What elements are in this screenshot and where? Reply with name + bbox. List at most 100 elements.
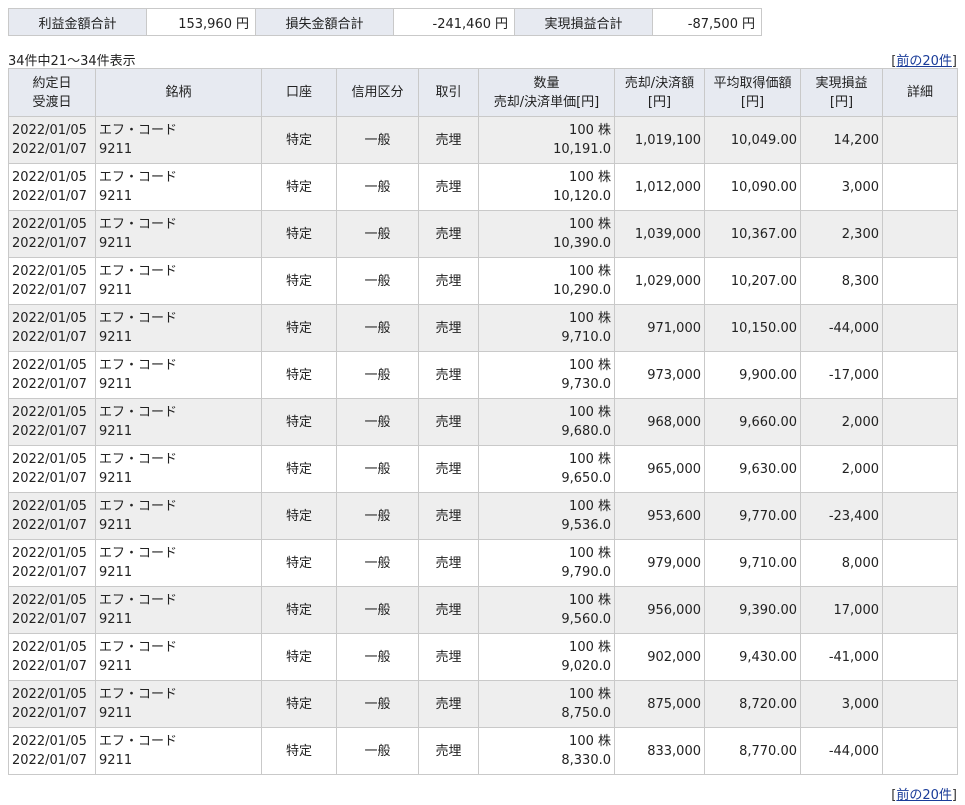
detail-cell xyxy=(882,445,958,493)
account-cell: 特定 xyxy=(261,257,337,305)
stock-cell: エフ・コード 9211 xyxy=(95,163,262,211)
amount-cell: 968,000 xyxy=(614,398,705,446)
realized-pnl-cell: 2,000 xyxy=(800,398,883,446)
amount-cell: 973,000 xyxy=(614,351,705,399)
amount-cell: 902,000 xyxy=(614,633,705,681)
quantity: 100 株 xyxy=(569,546,611,561)
unit-price: 9,790.0 xyxy=(561,565,611,580)
trade-date: 2022/01/05 xyxy=(12,405,87,420)
date-cell: 2022/01/05 2022/01/07 xyxy=(8,445,96,493)
header-avg-cost-line1: 平均取得価額 xyxy=(713,75,792,91)
settle-date: 2022/01/07 xyxy=(12,753,87,768)
stock-name: エフ・コード xyxy=(99,687,178,702)
quantity: 100 株 xyxy=(569,123,611,138)
stock-cell: エフ・コード 9211 xyxy=(95,210,262,258)
stock-code: 9211 xyxy=(99,659,133,674)
trade-cell: 売埋 xyxy=(418,351,479,399)
amount-cell: 953,600 xyxy=(614,492,705,540)
stock-name: エフ・コード xyxy=(99,734,178,749)
avg-cost-cell: 9,630.00 xyxy=(704,445,801,493)
settle-date: 2022/01/07 xyxy=(12,565,87,580)
prev-page-top: [前の20件] xyxy=(891,54,957,69)
detail-cell xyxy=(882,586,958,634)
trade-cell: 売埋 xyxy=(418,539,479,587)
stock-name: エフ・コード xyxy=(99,405,178,420)
stock-code: 9211 xyxy=(99,236,133,251)
header-avg-cost-line2: [円] xyxy=(740,94,765,110)
prev-page-link-bottom[interactable]: 前の20件 xyxy=(896,788,952,803)
amount-cell: 965,000 xyxy=(614,445,705,493)
trade-cell: 売埋 xyxy=(418,445,479,493)
avg-cost-cell: 9,390.00 xyxy=(704,586,801,634)
table-row: 2022/01/05 2022/01/07 エフ・コード 9211 特定 一般 売埋… xyxy=(8,727,958,775)
table-row: 2022/01/05 2022/01/07 エフ・コード 9211 特定 一般 売埋… xyxy=(8,492,958,540)
loss-total-cell: -241,460 円 xyxy=(393,8,515,36)
table-row: 2022/01/05 2022/01/07 エフ・コード 9211 特定 一般 売埋… xyxy=(8,445,958,493)
avg-cost-cell: 10,150.00 xyxy=(704,304,801,352)
realized-pnl-cell: 3,000 xyxy=(800,163,883,211)
date-cell: 2022/01/05 2022/01/07 xyxy=(8,586,96,634)
stock-name: エフ・コード xyxy=(99,499,178,514)
amount-cell: 979,000 xyxy=(614,539,705,587)
header-amount-line1: 売却/決済額 xyxy=(624,75,695,91)
credit-cell: 一般 xyxy=(336,398,419,446)
date-cell: 2022/01/05 2022/01/07 xyxy=(8,727,96,775)
header-trade: 取引 xyxy=(418,68,479,117)
settle-date: 2022/01/07 xyxy=(12,706,87,721)
quantity: 100 株 xyxy=(569,593,611,608)
settle-date: 2022/01/07 xyxy=(12,612,87,627)
prev-page-link-top[interactable]: 前の20件 xyxy=(896,54,952,69)
loss-total-value: -241,460 xyxy=(432,16,491,32)
date-cell: 2022/01/05 2022/01/07 xyxy=(8,351,96,399)
credit-cell: 一般 xyxy=(336,539,419,587)
trade-date: 2022/01/05 xyxy=(12,687,87,702)
quantity: 100 株 xyxy=(569,640,611,655)
stock-cell: エフ・コード 9211 xyxy=(95,680,262,728)
trade-cell: 売埋 xyxy=(418,116,479,164)
settle-date: 2022/01/07 xyxy=(12,330,87,345)
quantity-cell: 100 株 9,730.0 xyxy=(478,351,615,399)
quantity: 100 株 xyxy=(569,452,611,467)
credit-cell: 一般 xyxy=(336,680,419,728)
settle-date: 2022/01/07 xyxy=(12,189,87,204)
date-cell: 2022/01/05 2022/01/07 xyxy=(8,163,96,211)
header-stock: 銘柄 xyxy=(95,68,262,117)
settle-date: 2022/01/07 xyxy=(12,236,87,251)
avg-cost-cell: 9,900.00 xyxy=(704,351,801,399)
header-quantity-line2: 売却/決済単価[円] xyxy=(493,94,600,110)
trade-cell: 売埋 xyxy=(418,257,479,305)
loss-total-unit: 円 xyxy=(494,16,508,32)
unit-price: 9,710.0 xyxy=(561,330,611,345)
quantity-cell: 100 株 9,680.0 xyxy=(478,398,615,446)
unit-price: 9,680.0 xyxy=(561,424,611,439)
account-cell: 特定 xyxy=(261,116,337,164)
amount-cell: 1,012,000 xyxy=(614,163,705,211)
trade-cell: 売埋 xyxy=(418,633,479,681)
stock-name: エフ・コード xyxy=(99,311,178,326)
stock-cell: エフ・コード 9211 xyxy=(95,257,262,305)
stock-code: 9211 xyxy=(99,565,133,580)
table-row: 2022/01/05 2022/01/07 エフ・コード 9211 特定 一般 売埋… xyxy=(8,680,958,728)
table-row: 2022/01/05 2022/01/07 エフ・コード 9211 特定 一般 売埋… xyxy=(8,539,958,587)
stock-name: エフ・コード xyxy=(99,593,178,608)
trade-date: 2022/01/05 xyxy=(12,499,87,514)
unit-price: 9,730.0 xyxy=(561,377,611,392)
stock-code: 9211 xyxy=(99,189,133,204)
trade-date: 2022/01/05 xyxy=(12,640,87,655)
realized-pnl-cell: -17,000 xyxy=(800,351,883,399)
header-detail: 詳細 xyxy=(882,68,958,117)
account-cell: 特定 xyxy=(261,398,337,446)
detail-cell xyxy=(882,539,958,587)
date-cell: 2022/01/05 2022/01/07 xyxy=(8,633,96,681)
quantity-cell: 100 株 8,750.0 xyxy=(478,680,615,728)
realized-total-unit: 円 xyxy=(741,16,755,32)
trade-cell: 売埋 xyxy=(418,210,479,258)
realized-pnl-cell: 2,300 xyxy=(800,210,883,258)
realized-pnl-cell: 2,000 xyxy=(800,445,883,493)
header-account: 口座 xyxy=(261,68,337,117)
unit-price: 8,330.0 xyxy=(561,753,611,768)
header-amount: 売却/決済額 [円] xyxy=(614,68,705,117)
detail-cell xyxy=(882,304,958,352)
trade-date: 2022/01/05 xyxy=(12,734,87,749)
stock-name: エフ・コード xyxy=(99,123,178,138)
